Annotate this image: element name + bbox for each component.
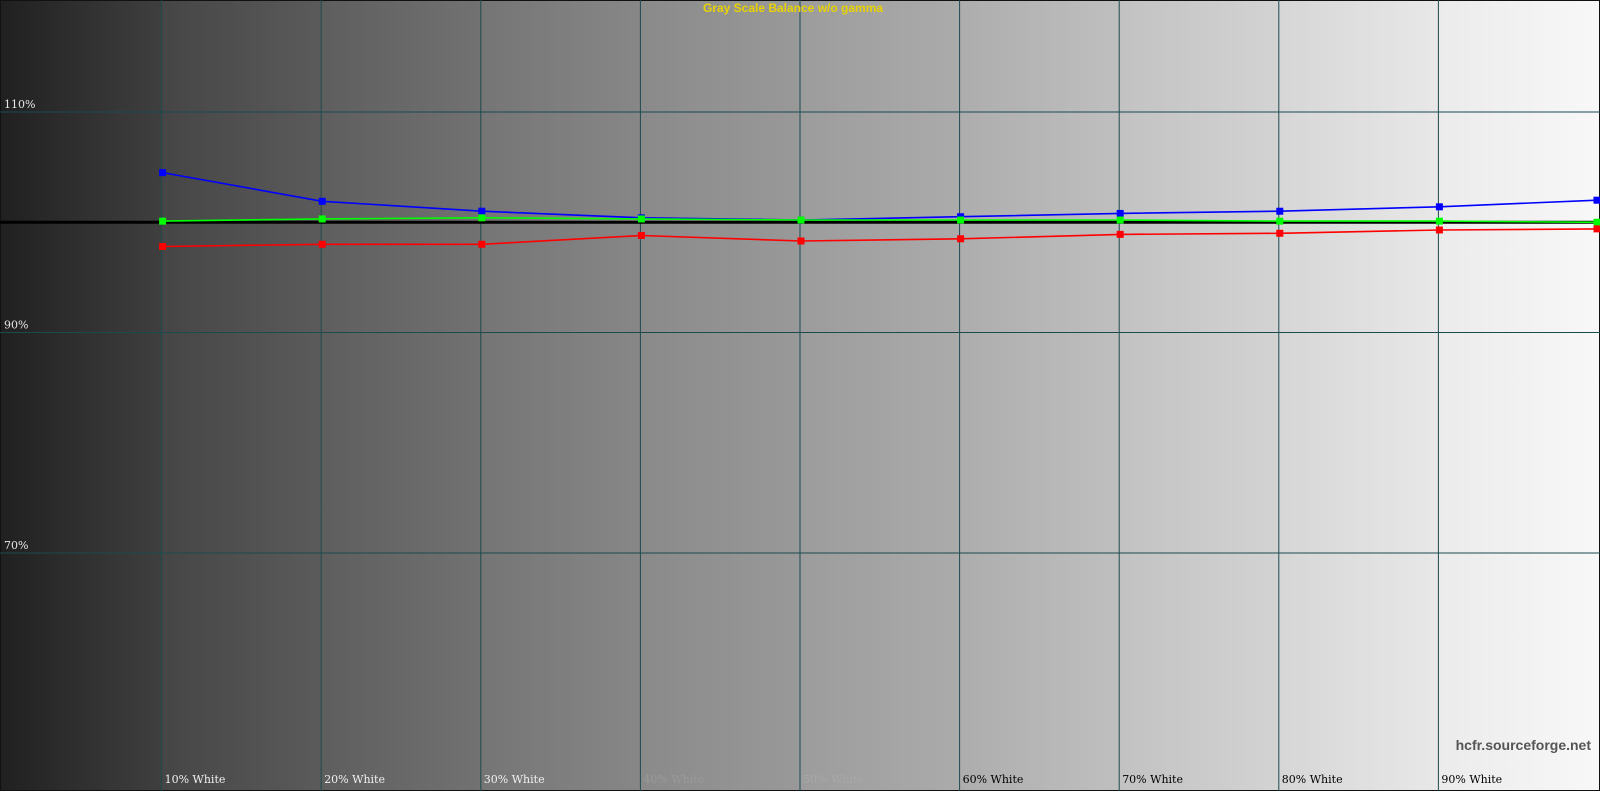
series-3-point-8 (1276, 229, 1284, 237)
series-1-point-9 (1435, 203, 1443, 211)
series-1-point-8 (1276, 207, 1284, 215)
series-3-point-1 (159, 243, 167, 251)
series-3-point-10 (1593, 225, 1600, 233)
background-band-3 (321, 0, 481, 791)
series-2-point-8 (1276, 217, 1284, 225)
series-3-point-9 (1435, 226, 1443, 234)
chart-root: 10% White 20% White 30% White 40% White 50% … (0, 0, 1600, 791)
x-tick-label-5: 50% White (803, 773, 864, 786)
series-2-point-2 (318, 215, 326, 223)
background-band-9 (1278, 0, 1439, 791)
background-band-10 (1438, 0, 1600, 791)
y-tick-label-70: 70% (4, 539, 28, 552)
series-1-point-1 (159, 169, 167, 177)
background-band-5 (640, 0, 800, 791)
series-1-point-2 (318, 197, 326, 205)
y-tick-label-110: 110% (4, 98, 35, 111)
series-2-point-7 (1116, 216, 1124, 224)
background-band-8 (1119, 0, 1279, 791)
x-tick-label-9: 90% White (1441, 773, 1502, 786)
background-band-6 (800, 0, 960, 791)
background-band-2 (161, 0, 322, 791)
series-3-point-4 (637, 231, 645, 239)
watermark: hcfr.sourceforge.net (1456, 737, 1592, 753)
series-3-point-6 (957, 235, 965, 243)
background-band-1 (0, 0, 162, 791)
chart-title: Gray Scale Balance w/o gamma (703, 1, 883, 15)
x-tick-label-4: 40% White (643, 773, 704, 786)
x-tick-label-1: 10% White (165, 773, 226, 786)
series-3-point-5 (797, 237, 805, 245)
series-2-point-9 (1435, 217, 1443, 225)
series-2-point-5 (797, 216, 805, 224)
series-2-point-1 (159, 217, 167, 225)
gray-scale-balance-chart: 10% White 20% White 30% White 40% White 50% … (0, 0, 1600, 791)
series-1-point-10 (1593, 196, 1600, 204)
background-band-4 (480, 0, 641, 791)
series-3-point-3 (478, 240, 486, 248)
series-1-point-7 (1116, 209, 1124, 217)
x-tick-label-8: 80% White (1282, 773, 1343, 786)
series-1-point-3 (478, 207, 486, 215)
x-tick-label-3: 30% White (484, 773, 545, 786)
x-tick-label-7: 70% White (1122, 773, 1183, 786)
series-2-point-4 (637, 215, 645, 223)
x-tick-label-6: 60% White (963, 773, 1024, 786)
background-band-7 (959, 0, 1120, 791)
x-tick-label-2: 20% White (324, 773, 385, 786)
series-2-point-10 (1593, 218, 1600, 226)
y-tick-label-90: 90% (4, 319, 28, 332)
series-3-point-7 (1116, 230, 1124, 238)
series-2-point-3 (478, 214, 486, 222)
series-3-point-2 (318, 240, 326, 248)
series-2-point-6 (957, 216, 965, 224)
